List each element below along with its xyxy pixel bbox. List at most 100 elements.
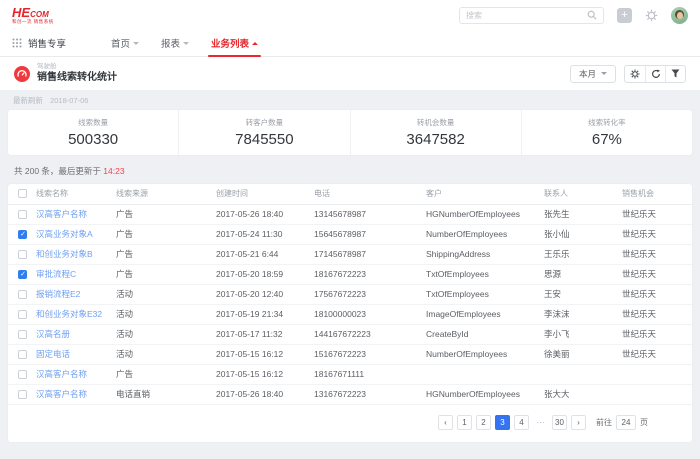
nav-tab[interactable]: 首页 [100,30,150,56]
goto-unit: 页 [640,417,648,428]
settings-button[interactable] [625,66,645,82]
period-select[interactable]: 本月 [570,65,616,83]
created-time: 2017-05-26 18:40 [216,204,314,224]
created-time: 2017-05-19 21:34 [216,304,314,324]
opportunity: 世纪乐天 [622,284,692,304]
contact: 张小仙 [544,224,622,244]
lead-name-link[interactable]: 汉高客户名称 [36,389,87,399]
customer: TxtOfEmployees [426,264,544,284]
opportunity: 世纪乐天 [622,344,692,364]
lead-name-link[interactable]: 和创业务对象B [36,249,93,259]
created-time: 2017-05-15 16:12 [216,364,314,384]
refresh-button[interactable] [645,66,665,82]
nav-tab-label: 首页 [111,36,130,50]
nav-tab[interactable]: 业务列表 [200,30,269,56]
row-checkbox[interactable] [18,230,27,239]
row-checkbox[interactable] [18,330,27,339]
filter-button[interactable] [665,66,685,82]
created-time: 2017-05-15 16:12 [216,344,314,364]
plus-icon: + [621,10,627,21]
prev-page-button[interactable]: ‹ [438,415,453,430]
list-summary: 共 200 条，最后更新于 14:23 [0,155,700,184]
col-customer: 客户 [426,184,544,204]
stat-label: 转客户数量 [246,117,284,128]
table-header-row: 线索名称 线索来源 创建时间 电话 客户 联系人 销售机会 [8,184,692,204]
settings-gear-icon[interactable] [645,9,658,22]
search-icon [587,10,597,20]
row-checkbox[interactable] [18,310,27,319]
opportunity: 世纪乐天 [622,224,692,244]
customer: TxtOfEmployees [426,284,544,304]
lead-name-link[interactable]: 固定电话 [36,349,70,359]
row-checkbox[interactable] [18,350,27,359]
row-checkbox[interactable] [18,270,27,279]
next-page-button[interactable]: › [571,415,586,430]
contact: 张先生 [544,204,622,224]
chevron-icon [183,42,189,48]
refresh-label: 最新刷新 [13,96,43,105]
workspace-label: 销售专享 [28,36,66,50]
logo: HECOM 和创一流 销售系统 [12,6,54,25]
stat-value: 3647582 [406,131,464,148]
page-button[interactable]: 30 [552,415,567,430]
phone: 13167672223 [314,384,426,404]
select-all-checkbox[interactable] [18,189,27,198]
lead-source: 活动 [116,284,216,304]
created-time: 2017-05-24 11:30 [216,224,314,244]
lead-source: 活动 [116,344,216,364]
row-checkbox[interactable] [18,290,27,299]
phone: 15167672223 [314,344,426,364]
lead-name-link[interactable]: 汉高名册 [36,329,70,339]
customer [426,364,544,384]
opportunity: 世纪乐天 [622,304,692,324]
table-row: 和创业务对象B 广告 2017-05-21 6:44 17145678987 S… [8,244,692,264]
row-checkbox[interactable] [18,210,27,219]
stats-card: 线索数量 500330 转客户数量 7845550 转机会数量 3647582 … [8,110,692,155]
lead-name-link[interactable]: 和创业务对象E32 [36,309,102,319]
lead-name-link[interactable]: 审批流程C [36,269,76,279]
stat-value: 7845550 [235,131,293,148]
chevron-icon [252,39,258,45]
lead-name-link[interactable]: 汉高客户名称 [36,209,87,219]
created-time: 2017-05-20 18:59 [216,264,314,284]
apps-grid-icon[interactable] [12,38,22,48]
contact: 思源 [544,264,622,284]
page-button[interactable]: 4 [514,415,529,430]
page-button[interactable]: ··· [533,415,548,430]
stat-label: 线索数量 [78,117,108,128]
add-button[interactable]: + [617,8,632,23]
created-time: 2017-05-26 18:40 [216,384,314,404]
table-row: 固定电话 活动 2017-05-15 16:12 15167672223 Num… [8,344,692,364]
page-button[interactable]: 2 [476,415,491,430]
nav-tab[interactable]: 报表 [150,30,200,56]
table-row: 报销流程E2 活动 2017-05-20 12:40 17567672223 T… [8,284,692,304]
lead-name-link[interactable]: 汉高业务对象A [36,229,93,239]
goto-page-input[interactable]: 24 [616,415,636,430]
row-checkbox[interactable] [18,250,27,259]
stat-value: 500330 [68,131,118,148]
opportunity: 世纪乐天 [622,204,692,224]
row-checkbox[interactable] [18,390,27,399]
created-time: 2017-05-17 11:32 [216,324,314,344]
nav-tab-label: 报表 [161,36,180,50]
global-search[interactable] [459,7,604,24]
page-title: 销售线索转化统计 [37,73,117,83]
opportunity: 世纪乐天 [622,324,692,344]
contact: 徐美丽 [544,344,622,364]
stat-item: 转机会数量 3647582 [350,110,521,155]
page-button[interactable]: 1 [457,415,472,430]
user-avatar[interactable] [671,7,688,24]
search-input[interactable] [466,11,583,20]
record-count: 共 200 条，最后更新于 [14,166,101,176]
customer: CreateById [426,324,544,344]
contact: 王安 [544,284,622,304]
row-checkbox[interactable] [18,370,27,379]
phone: 13145678987 [314,204,426,224]
page-button[interactable]: 3 [495,415,510,430]
lead-name-link[interactable]: 报销流程E2 [36,289,80,299]
pagination: ‹ 1 2 3 4 ··· 30 › 前往 24 页 [8,405,692,434]
customer: HGNumberOfEmployees [426,384,544,404]
lead-name-link[interactable]: 汉高客户名称 [36,369,87,379]
page-category: 驾驶舱 [37,64,117,71]
lead-source: 广告 [116,364,216,384]
